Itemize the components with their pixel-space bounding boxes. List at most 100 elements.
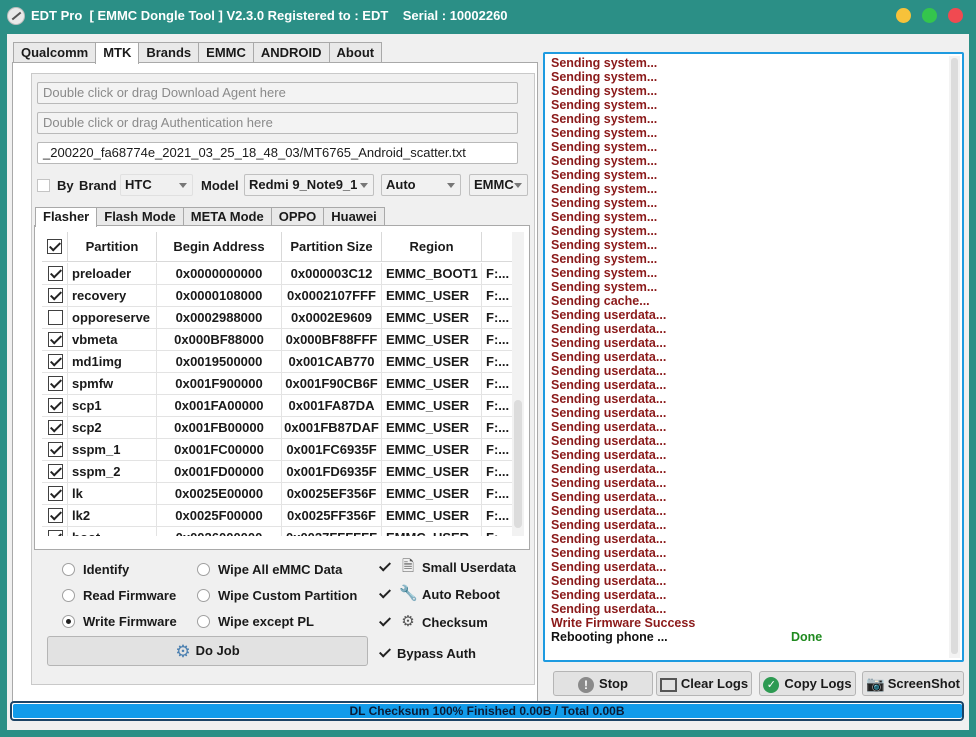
small-userdata-checkbox[interactable] [379, 561, 391, 573]
cell-region: EMMC_USER [382, 351, 482, 373]
table-row[interactable]: spmfw 0x001F900000 0x001F90CB6F EMMC_USER F:… [42, 373, 512, 395]
wipe-custom-partition-radio[interactable] [197, 589, 210, 602]
row-checkbox[interactable] [48, 442, 63, 457]
header-begin-address[interactable]: Begin Address [157, 232, 282, 262]
brand-select[interactable]: HTC [120, 174, 193, 196]
table-row[interactable]: scp2 0x001FB00000 0x001FB87DAF EMMC_USER F:.… [42, 417, 512, 439]
clear-logs-label: Clear Logs [680, 676, 749, 691]
download-agent-field[interactable]: Double click or drag Download Agent here [37, 82, 518, 104]
header-partition[interactable]: Partition [68, 232, 157, 262]
tab-flasher[interactable]: Flasher [35, 207, 98, 227]
tab-oppo[interactable]: OPPO [270, 207, 325, 226]
storage-select[interactable]: EMMC [469, 174, 528, 196]
table-row[interactable]: sspm_2 0x001FD00000 0x001FD6935F EMMC_USER F… [42, 461, 512, 483]
table-row[interactable]: boot0x00260000000x0027FFFFFFEMMC_USERF:.… [42, 527, 512, 536]
cell-region: EMMC_USER [382, 329, 482, 351]
grid-scroll-thumb[interactable] [514, 400, 522, 528]
row-checkbox[interactable] [48, 376, 63, 391]
row-checkbox[interactable] [48, 310, 63, 325]
checksum-label[interactable]: Checksum [422, 615, 488, 630]
stop-button[interactable]: ! Stop [553, 671, 653, 696]
cell-size: 0x001FB87DAF [282, 417, 382, 439]
cell-file: F:... [486, 288, 510, 303]
bypass-auth-label[interactable]: Bypass Auth [397, 646, 476, 661]
authentication-field[interactable]: Double click or drag Authentication here [37, 112, 518, 134]
row-select-cell [42, 461, 68, 483]
scatter-file-field[interactable]: _200220_fa68774e_2021_03_25_18_48_03/MT6… [37, 142, 518, 164]
tab-meta-mode[interactable]: META Mode [182, 207, 272, 226]
minimize-button[interactable] [896, 8, 911, 23]
model-select[interactable]: Redmi 9_Note9_1 [244, 174, 374, 196]
read-firmware-label[interactable]: Read Firmware [83, 588, 176, 603]
header-partition-size[interactable]: Partition Size [282, 232, 382, 262]
table-row[interactable]: vbmeta 0x000BF88000 0x000BF88FFF EMMC_USER F… [42, 329, 512, 351]
row-checkbox[interactable] [48, 398, 63, 413]
table-row[interactable]: opporeserve 0x0002988000 0x0002E9609 EMMC_U… [42, 307, 512, 329]
auto-reboot-checkbox[interactable] [379, 588, 391, 600]
by-brand-checkbox[interactable] [37, 179, 50, 192]
header-region[interactable]: Region [382, 232, 482, 262]
log-scroll-thumb[interactable] [951, 58, 958, 654]
table-row[interactable]: lk2 0x0025F00000 0x0025FF356F EMMC_USER F:..… [42, 505, 512, 527]
tab-emmc[interactable]: EMMC [198, 42, 254, 63]
tab-brands[interactable]: Brands [138, 42, 200, 63]
log-line: Sending system... [551, 140, 658, 154]
log-line: Sending userdata... [551, 308, 667, 322]
cell-size: 0x001CAB770 [282, 351, 382, 373]
row-checkbox[interactable] [48, 508, 63, 523]
wipe-all-emmc-radio[interactable] [197, 563, 210, 576]
do-job-button[interactable]: ⚙ Do Job [47, 636, 368, 666]
row-checkbox[interactable] [48, 420, 63, 435]
copy-logs-button[interactable]: ✓ Copy Logs [759, 671, 856, 696]
small-userdata-label[interactable]: Small Userdata [422, 560, 516, 575]
cell-file: F:... [486, 486, 510, 501]
tab-qualcomm[interactable]: Qualcomm [13, 42, 97, 63]
cell-size: 0x000BF88FFF [282, 329, 382, 351]
cell-file: F:... [486, 376, 510, 391]
wipe-custom-partition-label[interactable]: Wipe Custom Partition [218, 588, 357, 603]
grid-scrollbar[interactable] [512, 232, 524, 536]
table-row[interactable]: lk 0x0025E00000 0x0025EF356F EMMC_USER F:... [42, 483, 512, 505]
row-checkbox[interactable] [48, 464, 63, 479]
table-row[interactable]: recovery 0x0000108000 0x0002107FFF EMMC_USE… [42, 285, 512, 307]
checksum-checkbox[interactable] [379, 616, 391, 628]
maximize-button[interactable] [922, 8, 937, 23]
close-button[interactable] [948, 8, 963, 23]
screenshot-button[interactable]: 📷 ScreenShot [862, 671, 964, 696]
write-firmware-label[interactable]: Write Firmware [83, 614, 177, 629]
cell-begin: 0x0025E00000 [157, 483, 282, 505]
cell-size: 0x001F90CB6F [282, 373, 382, 395]
auto-reboot-label[interactable]: Auto Reboot [422, 587, 500, 602]
identify-label[interactable]: Identify [83, 562, 129, 577]
wipe-except-pl-label[interactable]: Wipe except PL [218, 614, 314, 629]
row-checkbox[interactable] [48, 530, 63, 536]
bypass-auth-checkbox[interactable] [379, 647, 391, 659]
table-row[interactable]: scp1 0x001FA00000 0x001FA87DA EMMC_USER F:..… [42, 395, 512, 417]
tab-huawei[interactable]: Huawei [323, 207, 385, 226]
tab-flash-mode[interactable]: Flash Mode [96, 207, 184, 226]
mode-select[interactable]: Auto [381, 174, 461, 196]
row-checkbox[interactable] [48, 354, 63, 369]
log-line: Sending system... [551, 56, 658, 70]
log-scrollbar[interactable] [949, 56, 960, 658]
table-row[interactable]: md1img 0x0019500000 0x001CAB770 EMMC_USER F:… [42, 351, 512, 373]
write-firmware-radio[interactable] [62, 615, 75, 628]
row-checkbox[interactable] [48, 486, 63, 501]
table-row[interactable]: sspm_1 0x001FC00000 0x001FC6935F EMMC_USER F… [42, 439, 512, 461]
row-checkbox[interactable] [48, 288, 63, 303]
identify-radio[interactable] [62, 563, 75, 576]
read-firmware-radio[interactable] [62, 589, 75, 602]
clear-logs-button[interactable]: Clear Logs [656, 671, 752, 696]
wipe-all-emmc-label[interactable]: Wipe All eMMC Data [218, 562, 342, 577]
select-all-checkbox[interactable] [47, 239, 62, 254]
header-file[interactable] [482, 232, 512, 262]
row-checkbox[interactable] [48, 332, 63, 347]
cell-file: F:... [486, 266, 510, 281]
wipe-except-pl-radio[interactable] [197, 615, 210, 628]
tab-about[interactable]: About [328, 42, 383, 63]
table-row[interactable]: preloader 0x0000000000 0x000003C12 EMMC_BOO… [42, 263, 512, 285]
row-checkbox[interactable] [48, 266, 63, 281]
tab-android[interactable]: ANDROID [252, 42, 330, 63]
cell-partition: recovery [68, 285, 157, 307]
tab-mtk[interactable]: MTK [95, 42, 140, 64]
